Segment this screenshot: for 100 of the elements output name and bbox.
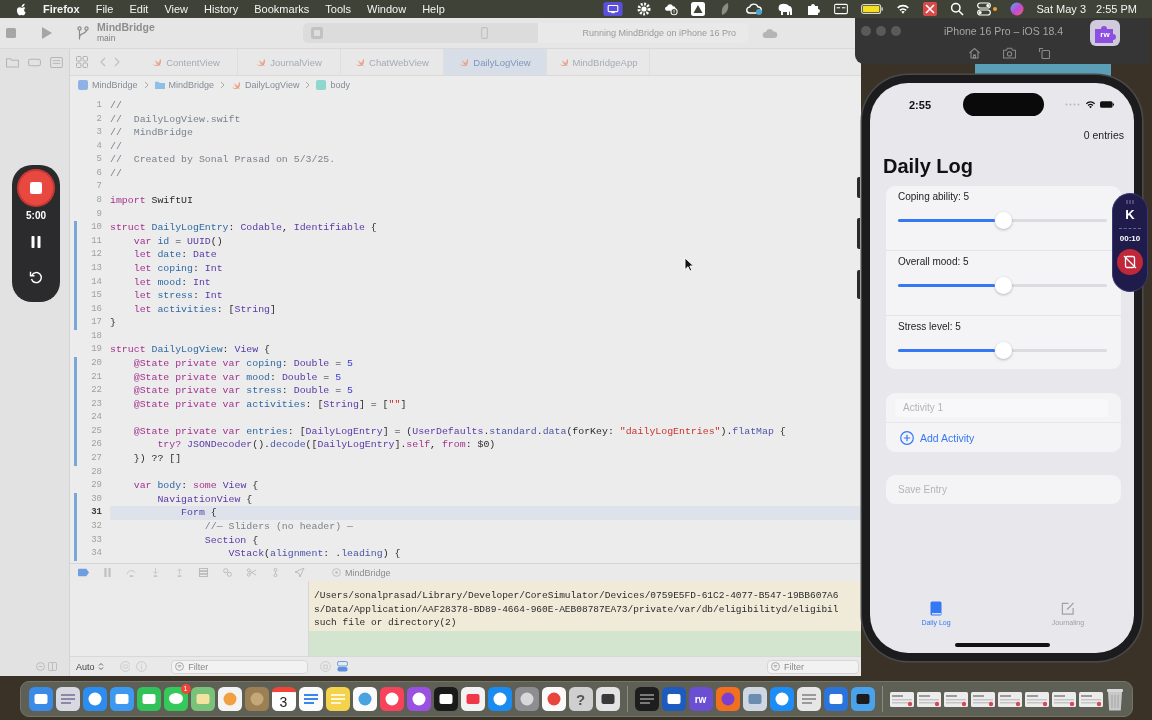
project-name[interactable]: MindBridge: [97, 22, 155, 33]
stop-recording-icon[interactable]: [1117, 249, 1143, 275]
menu-bar-date[interactable]: Sat May 3: [1036, 3, 1087, 15]
add-activity-button[interactable]: Add Activity: [900, 430, 975, 445]
menu-item[interactable]: Edit: [129, 3, 149, 15]
window-thumbnail[interactable]: [970, 691, 995, 707]
side-button[interactable]: [857, 270, 860, 299]
gear-icon[interactable]: [636, 2, 651, 16]
battery-icon[interactable]: [860, 2, 883, 16]
menu-item[interactable]: Window: [367, 3, 407, 15]
window-thumbnail[interactable]: [997, 691, 1022, 707]
app-icon[interactable]: [136, 687, 161, 711]
breadcrumb-item[interactable]: MindBridge: [78, 80, 138, 90]
side-button[interactable]: [857, 177, 860, 198]
menu-item[interactable]: Help: [422, 3, 445, 15]
recording-timer: 00:10: [1119, 234, 1141, 244]
app-icon[interactable]: [352, 687, 377, 711]
camera-icon[interactable]: [1003, 47, 1016, 59]
slider-thumb[interactable]: [994, 342, 1012, 359]
pause-icon[interactable]: [31, 236, 41, 248]
app-icon[interactable]: [487, 687, 512, 711]
app-icon[interactable]: [82, 687, 107, 711]
split-view-icon[interactable]: [337, 661, 348, 672]
app-icon[interactable]: [406, 687, 431, 711]
menu-item[interactable]: History: [204, 3, 239, 15]
window-thumbnail[interactable]: [916, 691, 941, 707]
app-icon[interactable]: [325, 687, 350, 711]
window-icon[interactable]: [833, 2, 848, 16]
filter-field[interactable]: Filter: [171, 659, 308, 674]
status-bar-time: 2:55: [908, 98, 932, 111]
code-line: //: [110, 99, 122, 113]
menu-item[interactable]: Bookmarks: [254, 3, 310, 15]
app-icon[interactable]: [379, 687, 404, 711]
window-thumbnail[interactable]: [889, 691, 914, 707]
breadcrumb-item[interactable]: MindBridge: [154, 80, 215, 90]
debug-target[interactable]: MindBridge: [345, 567, 391, 578]
calendar-app-icon[interactable]: 3: [271, 687, 296, 711]
menu-item[interactable]: View: [164, 3, 189, 15]
filter-field[interactable]: Filter: [767, 659, 859, 674]
app-icon[interactable]: [661, 687, 686, 711]
status-dot-icon: [992, 7, 997, 11]
line-number: 20: [90, 357, 102, 370]
menu-item[interactable]: Tools: [325, 3, 351, 15]
scope-selector[interactable]: Auto: [76, 661, 104, 672]
code-line: let coping: Int: [132, 261, 223, 276]
app-icon[interactable]: [541, 687, 566, 711]
slider-thumb[interactable]: [994, 277, 1012, 294]
app-icon[interactable]: [109, 687, 134, 711]
code-line: struct DailyLogView: View {: [110, 343, 271, 357]
rotate-icon[interactable]: [1038, 47, 1051, 59]
code-line: NavigationView {: [156, 492, 253, 507]
control-center-icon[interactable]: [976, 2, 991, 16]
app-icon[interactable]: rw: [688, 687, 713, 711]
app-icon[interactable]: [850, 687, 875, 711]
search-icon[interactable]: [949, 2, 964, 16]
breadcrumb-item[interactable]: body: [316, 80, 350, 90]
activity-field[interactable]: Activity 1: [895, 398, 1108, 417]
menu-item[interactable]: Firefox: [43, 3, 80, 15]
up-down-chevron-icon: [97, 662, 104, 671]
line-number: 10: [90, 221, 102, 235]
siri-icon[interactable]: [1009, 2, 1024, 16]
filter-icon: [175, 662, 185, 671]
code-line: let activities: [String]: [132, 302, 276, 317]
app-icon[interactable]: [595, 687, 620, 711]
menu-bar-clock[interactable]: 2:55 PM: [1096, 3, 1137, 15]
branch-name[interactable]: main: [97, 33, 116, 44]
help-app-icon[interactable]: ?: [568, 687, 593, 711]
window-thumbnail[interactable]: [943, 691, 968, 707]
trash-icon[interactable]: [1105, 687, 1124, 711]
app-icon[interactable]: [298, 687, 323, 711]
window-thumbnail[interactable]: [1051, 691, 1076, 707]
menu-item[interactable]: File: [95, 3, 114, 15]
app-icon[interactable]: [28, 687, 53, 711]
slider-thumb[interactable]: [994, 212, 1012, 229]
side-button[interactable]: [857, 218, 860, 249]
app-icon[interactable]: [433, 687, 458, 711]
drag-handle-icon[interactable]: [1126, 200, 1134, 204]
wifi-icon[interactable]: [895, 2, 910, 16]
puzzle-icon[interactable]: [806, 2, 821, 16]
triangle-icon[interactable]: [690, 2, 705, 16]
app-icon[interactable]: [823, 687, 848, 711]
compose-icon: [1061, 601, 1075, 616]
speech-bubble-app-icon[interactable]: [163, 687, 188, 711]
apple-logo-icon[interactable]: [16, 2, 27, 16]
window-thumbnail[interactable]: [1024, 691, 1049, 707]
cloud-alert-icon[interactable]: [663, 2, 678, 16]
window-thumbnail[interactable]: [1078, 691, 1103, 707]
plus-circle-icon: [900, 430, 914, 445]
window-title: iPhone 16 Pro – iOS 18.4: [944, 25, 1064, 37]
stop-recording-button[interactable]: [19, 171, 53, 205]
breadcrumb-item[interactable]: DailyLogView: [231, 80, 300, 90]
extension-button[interactable]: rw: [1090, 20, 1120, 46]
line-number: 4: [95, 139, 102, 153]
app-icon[interactable]: [769, 687, 794, 711]
line-number: 32: [90, 519, 102, 533]
cloud-icon[interactable]: [744, 2, 763, 16]
x-tile-icon[interactable]: [922, 2, 937, 16]
screen-recorder-icon[interactable]: [601, 2, 624, 16]
restart-icon[interactable]: [29, 270, 43, 284]
home-icon[interactable]: [968, 47, 981, 59]
